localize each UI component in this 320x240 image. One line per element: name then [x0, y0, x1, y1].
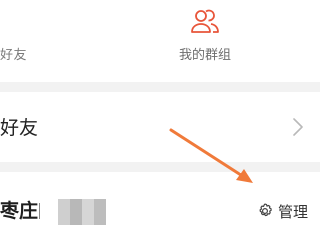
- gear-icon: [259, 203, 272, 217]
- group-people-icon: [191, 9, 219, 33]
- redacted-area: [58, 199, 106, 225]
- village-row: 枣庄 管理: [0, 172, 320, 240]
- top-tab-row: 好友 我的群组: [0, 0, 320, 72]
- tab-my-groups[interactable]: 我的群组: [160, 0, 260, 72]
- tab-my-groups-label: 我的群组: [178, 48, 231, 63]
- village-name: 枣庄: [0, 200, 39, 222]
- text-cursor: [39, 203, 40, 219]
- chevron-right-icon: [293, 118, 303, 136]
- section-divider: [0, 82, 320, 92]
- manage-label: 管理: [278, 202, 309, 221]
- tab-friends-label[interactable]: 好友: [0, 44, 27, 63]
- friends-row-label: 好友: [0, 117, 39, 139]
- friends-row[interactable]: 好友: [0, 92, 320, 162]
- manage-button[interactable]: 管理: [256, 199, 308, 223]
- section-divider: [0, 162, 320, 172]
